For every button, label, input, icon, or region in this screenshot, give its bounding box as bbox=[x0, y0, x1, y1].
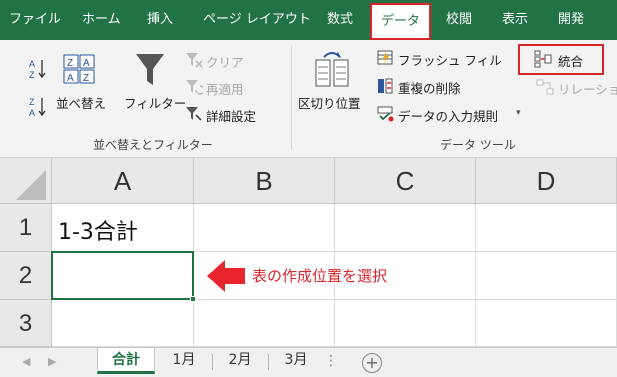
sheet-tab-feb[interactable]: 2月 bbox=[214, 348, 266, 374]
cell-a3[interactable] bbox=[52, 300, 194, 347]
row-header-3[interactable]: 3 bbox=[0, 300, 52, 347]
cell-d1[interactable] bbox=[476, 204, 617, 252]
column-header-a[interactable]: A bbox=[52, 158, 194, 204]
arrow-left-icon bbox=[207, 260, 245, 292]
column-header-c[interactable]: C bbox=[335, 158, 476, 204]
svg-text:Z: Z bbox=[83, 73, 89, 84]
remove-duplicates-icon bbox=[378, 78, 393, 94]
cell-d2[interactable] bbox=[476, 252, 617, 300]
sheet-next-icon[interactable]: ▶ bbox=[48, 355, 56, 368]
text-to-columns-button[interactable]: 区切り位置 bbox=[298, 93, 361, 112]
group-divider bbox=[291, 46, 292, 150]
sheet-tab-mar[interactable]: 3月 bbox=[270, 348, 322, 374]
data-tools-group-label: データ ツール bbox=[440, 138, 516, 152]
chevron-down-icon[interactable]: ▾ bbox=[516, 108, 521, 118]
sort-filter-group-label: 並べ替えとフィルター bbox=[93, 138, 213, 152]
column-header-d[interactable]: D bbox=[476, 158, 617, 204]
svg-text:Z: Z bbox=[29, 70, 35, 80]
ribbon-tab-bar: ファイル ホーム 挿入 ページ レイアウト 数式 データ 校閲 表示 開発 bbox=[0, 0, 617, 40]
cell-c3[interactable] bbox=[335, 300, 476, 347]
select-all-triangle-icon bbox=[16, 170, 46, 200]
tab-review[interactable]: 校閲 bbox=[446, 0, 472, 40]
row-header-1[interactable]: 1 bbox=[0, 204, 52, 252]
tab-file[interactable]: ファイル bbox=[9, 0, 61, 40]
cell-b1[interactable] bbox=[194, 204, 335, 252]
svg-text:A: A bbox=[29, 108, 35, 118]
active-cell-border bbox=[51, 251, 194, 300]
sheet-tab-bar: ◀ ▶ 合計 1月 2月 3月 ⋮ + bbox=[0, 347, 617, 377]
consolidate-icon bbox=[534, 50, 552, 68]
tab-view[interactable]: 表示 bbox=[502, 0, 528, 40]
select-all-corner[interactable] bbox=[0, 158, 52, 204]
ribbon: A Z Z A Z A A Z 並べ替え フィルター クリア 再適用 詳細設定 … bbox=[0, 40, 617, 158]
relationships-button[interactable]: リレーション bbox=[558, 79, 617, 98]
clear-button[interactable]: クリア bbox=[206, 52, 244, 71]
tab-home[interactable]: ホーム bbox=[82, 0, 121, 40]
text-to-columns-icon[interactable] bbox=[314, 50, 352, 90]
remove-duplicates-button[interactable]: 重複の削除 bbox=[398, 78, 461, 97]
sort-button[interactable]: 並べ替え bbox=[56, 93, 106, 112]
svg-text:A: A bbox=[83, 58, 90, 69]
advanced-filter-icon bbox=[186, 107, 202, 121]
cell-b3[interactable] bbox=[194, 300, 335, 347]
more-sheets-icon[interactable]: ⋮ bbox=[324, 353, 338, 369]
flash-fill-icon bbox=[377, 50, 393, 65]
cell-d3[interactable] bbox=[476, 300, 617, 347]
data-validation-button[interactable]: データの入力規則 bbox=[398, 106, 498, 125]
worksheet-grid: A B C D 1 2 3 1-3合計 表の作成位置を選択 bbox=[0, 158, 617, 347]
cell-c1[interactable] bbox=[335, 204, 476, 252]
sheet-prev-icon[interactable]: ◀ bbox=[22, 355, 30, 368]
svg-text:Z: Z bbox=[29, 97, 35, 107]
consolidate-button[interactable]: 統合 bbox=[558, 51, 583, 70]
sheet-tab-jan[interactable]: 1月 bbox=[158, 348, 210, 374]
tab-page-layout[interactable]: ページ レイアウト bbox=[203, 0, 311, 40]
tab-insert[interactable]: 挿入 bbox=[147, 0, 173, 40]
cell-a1[interactable]: 1-3合計 bbox=[52, 204, 194, 252]
relationships-icon bbox=[536, 79, 554, 95]
data-validation-icon bbox=[377, 106, 394, 122]
reapply-button[interactable]: 再適用 bbox=[206, 79, 244, 98]
advanced-button[interactable]: 詳細設定 bbox=[206, 106, 256, 125]
tab-developer[interactable]: 開発 bbox=[558, 0, 584, 40]
svg-text:A: A bbox=[29, 59, 35, 69]
sort-ascending-icon[interactable]: A Z bbox=[28, 57, 48, 81]
svg-text:A: A bbox=[67, 73, 74, 84]
row-header-2[interactable]: 2 bbox=[0, 252, 52, 300]
sheet-tab-total[interactable]: 合計 bbox=[97, 348, 155, 374]
reapply-filter-icon bbox=[186, 80, 203, 95]
filter-button[interactable]: フィルター bbox=[124, 93, 186, 112]
column-header-b[interactable]: B bbox=[194, 158, 335, 204]
tab-data[interactable]: データ bbox=[370, 3, 431, 40]
svg-text:Z: Z bbox=[67, 58, 73, 69]
add-sheet-button[interactable]: + bbox=[362, 353, 382, 373]
sheet-divider bbox=[212, 354, 213, 370]
sort-icon[interactable]: Z A A Z bbox=[63, 54, 97, 86]
tab-formulas[interactable]: 数式 bbox=[327, 0, 353, 40]
flash-fill-button[interactable]: フラッシュ フィル bbox=[398, 50, 502, 69]
sort-descending-icon[interactable]: Z A bbox=[28, 95, 48, 119]
fill-handle[interactable] bbox=[190, 296, 196, 302]
sheet-divider bbox=[268, 354, 269, 370]
filter-icon[interactable] bbox=[134, 52, 166, 90]
annotation-text: 表の作成位置を選択 bbox=[252, 267, 388, 285]
clear-filter-icon bbox=[186, 53, 203, 68]
